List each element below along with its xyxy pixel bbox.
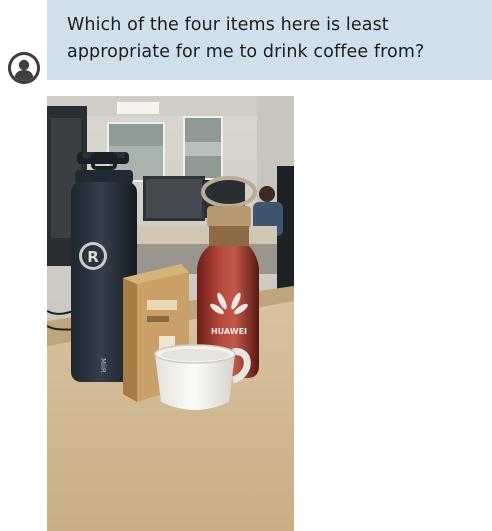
person-icon: [8, 52, 40, 84]
attached-photo[interactable]: R MiiR HUAWEI: [47, 96, 294, 531]
user-avatar-icon: [8, 52, 40, 84]
svg-text:HUAWEI: HUAWEI: [211, 327, 247, 336]
svg-text:MiiR: MiiR: [99, 358, 107, 373]
office-desk-photo: R MiiR HUAWEI: [47, 96, 294, 531]
user-message-row: Which of the four items here is least ap…: [0, 0, 492, 85]
message-text: Which of the four items here is least ap…: [67, 15, 425, 62]
svg-text:R: R: [87, 248, 99, 266]
message-bubble: Which of the four items here is least ap…: [47, 0, 492, 80]
